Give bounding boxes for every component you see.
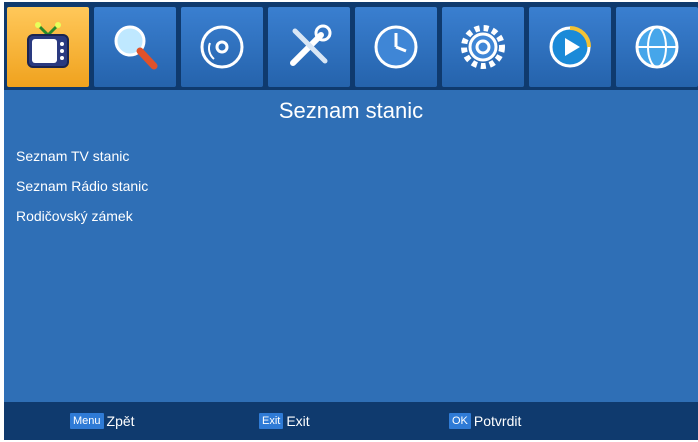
tab-tv[interactable] [7,7,89,87]
tv-icon [27,22,69,68]
clock-icon [374,25,418,69]
tab-network[interactable] [616,7,698,87]
menu-item-radio-list[interactable]: Seznam Rádio stanic [16,178,148,194]
tab-search[interactable] [94,7,176,87]
tab-settings[interactable] [442,7,524,87]
tab-tools[interactable] [268,7,350,87]
hint-exit: Exit Exit [259,413,310,429]
gear-icon [461,25,505,69]
hint-confirm-label: Potvrdit [473,413,522,429]
screen: Seznam stanic Seznam TV stanic Seznam Rá… [4,2,698,440]
menu-key-badge: Menu [70,413,104,429]
search-icon [114,25,158,70]
hint-back: Menu Zpět [70,413,135,429]
ok-key-badge: OK [449,413,471,429]
menu-item-tv-list[interactable]: Seznam TV stanic [16,148,129,164]
hint-confirm: OK Potvrdit [449,413,521,429]
help-bar: Menu Zpět Exit Exit OK Potvrdit [4,402,698,440]
icon-toolbar [4,2,698,90]
tools-icon [290,24,332,66]
hint-exit-label: Exit [286,413,310,429]
hint-back-label: Zpět [106,413,135,429]
disc-icon [200,25,244,69]
tab-media[interactable] [529,7,611,87]
play-icon [549,26,591,68]
page-title: Seznam stanic [278,98,424,123]
tab-clock[interactable] [355,7,437,87]
tab-disc[interactable] [181,7,263,87]
exit-key-badge: Exit [259,413,284,429]
globe-icon [635,25,679,69]
menu-item-parental-lock[interactable]: Rodičovský zámek [16,208,133,224]
